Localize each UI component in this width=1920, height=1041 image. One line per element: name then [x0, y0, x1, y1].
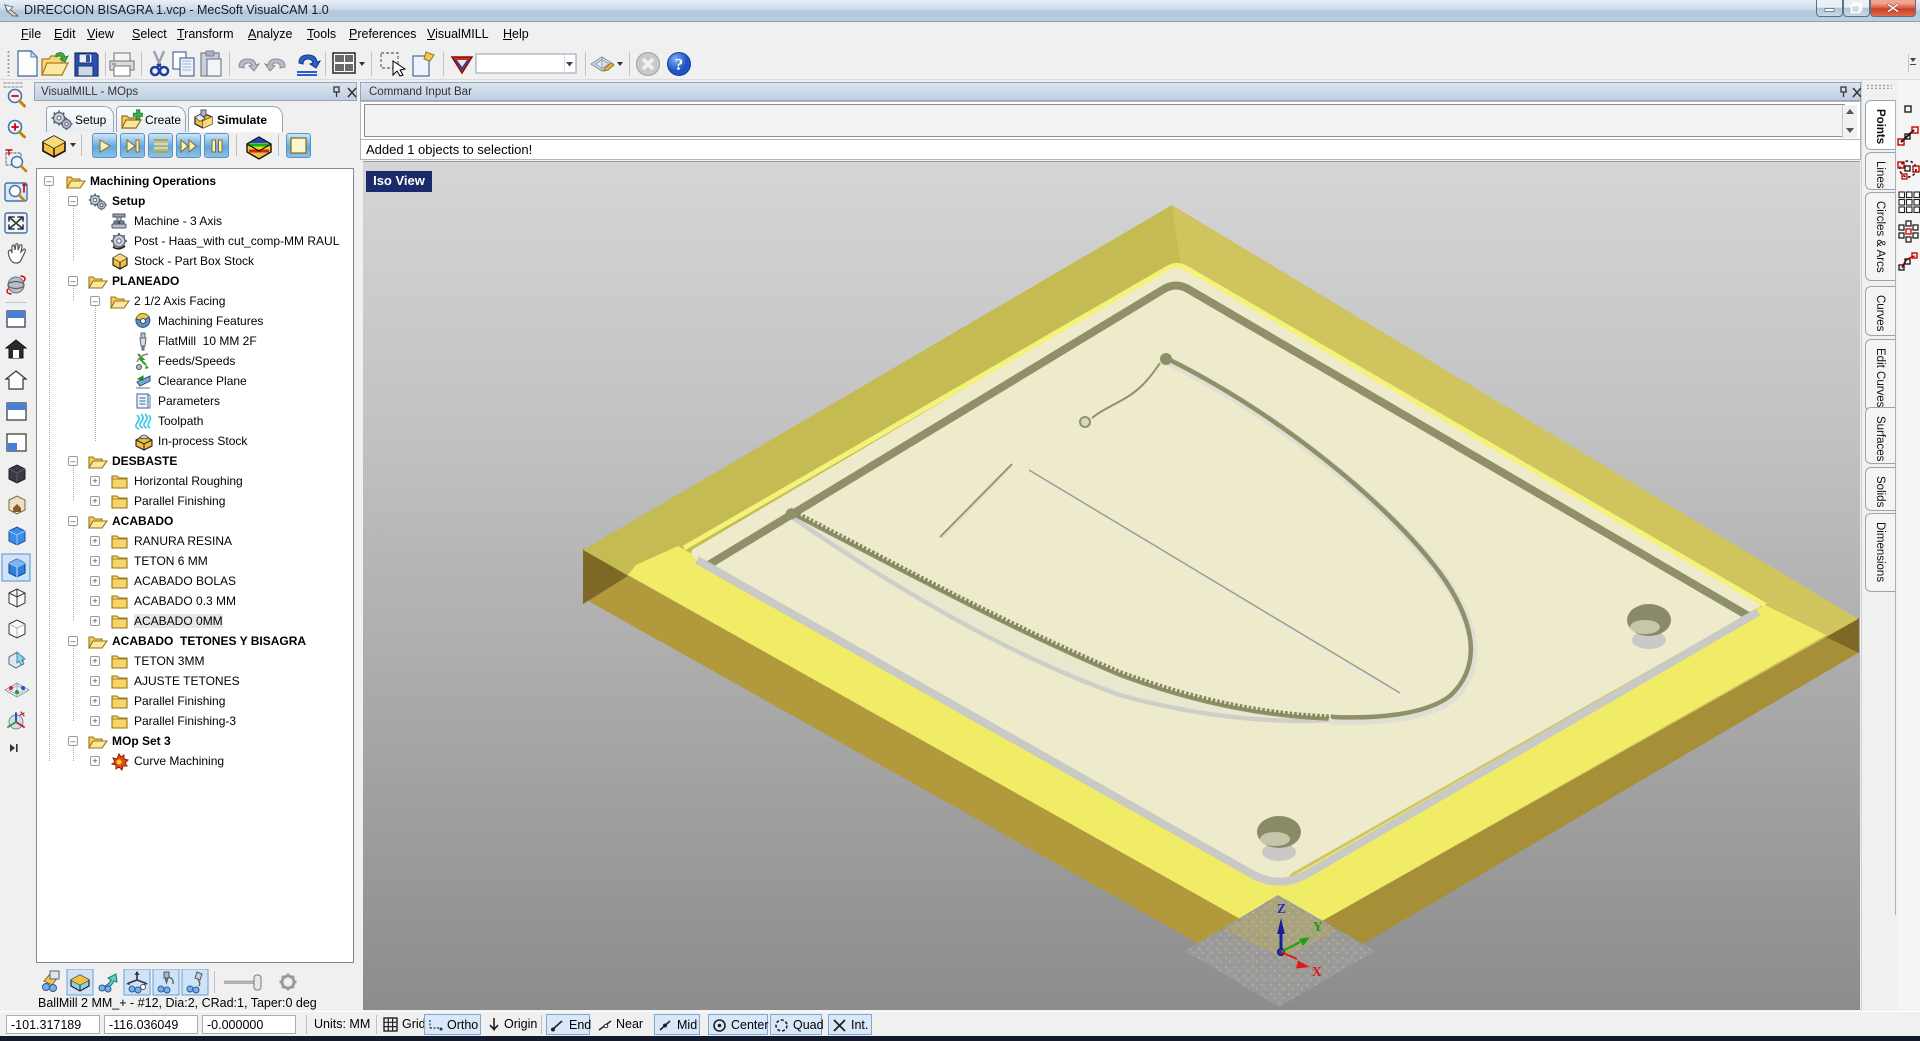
svg-text:?: ? — [675, 55, 684, 74]
svg-text:Z: Z — [1277, 901, 1286, 916]
svg-text:X: X — [1312, 964, 1322, 979]
svg-text:Y: Y — [1313, 919, 1323, 934]
